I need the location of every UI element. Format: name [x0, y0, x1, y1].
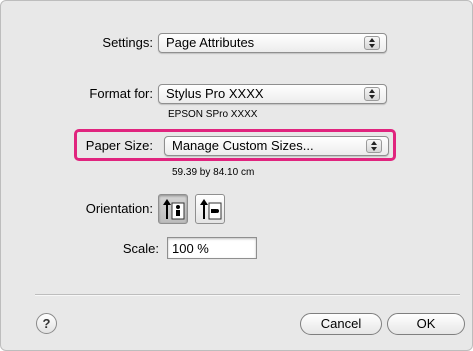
orientation-label: Orientation:: [85, 201, 153, 216]
settings-label: Settings:: [102, 35, 153, 50]
page-setup-dialog: Settings: Page Attributes Format for: St…: [0, 0, 473, 351]
divider: [35, 294, 460, 296]
settings-popup[interactable]: Page Attributes: [158, 33, 387, 53]
format-for-popup-value: Stylus Pro XXXX: [166, 86, 264, 101]
popup-arrows-icon: [364, 36, 380, 50]
orientation-portrait-button[interactable]: [158, 194, 188, 224]
paper-size-popup[interactable]: Manage Custom Sizes...: [164, 136, 389, 156]
landscape-icon: [200, 199, 222, 220]
scale-label: Scale:: [122, 241, 159, 256]
paper-size-popup-value: Manage Custom Sizes...: [172, 138, 314, 153]
help-button[interactable]: ?: [36, 313, 57, 334]
cancel-button[interactable]: Cancel: [300, 313, 382, 335]
popup-arrows-icon: [364, 87, 380, 101]
portrait-icon: [163, 199, 185, 220]
paper-dimensions: 59.39 by 84.10 cm: [172, 167, 255, 178]
scale-input[interactable]: [167, 237, 257, 259]
format-for-popup[interactable]: Stylus Pro XXXX: [158, 84, 387, 104]
orientation-landscape-button[interactable]: [195, 194, 225, 224]
popup-arrows-icon: [366, 139, 382, 153]
ok-button[interactable]: OK: [387, 313, 465, 335]
settings-popup-value: Page Attributes: [166, 35, 255, 50]
paper-size-label: Paper Size:: [85, 138, 153, 153]
printer-description: EPSON SPro XXXX: [168, 109, 258, 120]
format-for-label: Format for:: [89, 86, 153, 101]
